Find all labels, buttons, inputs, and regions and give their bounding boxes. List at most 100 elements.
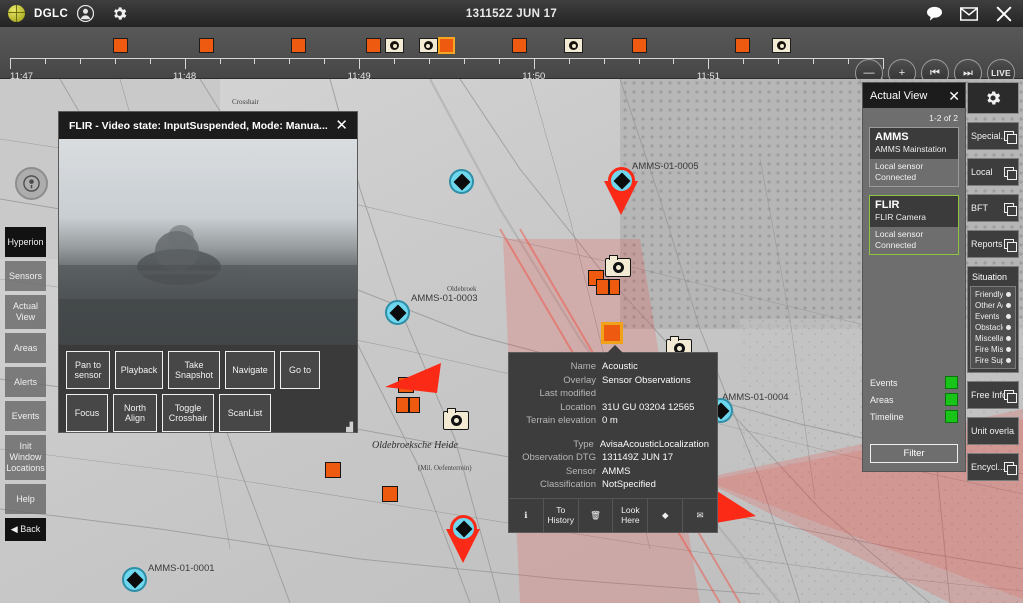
sidebar-item-hyperion[interactable]: Hyperion xyxy=(5,227,46,257)
sidebar-item-sensors[interactable]: Sensors xyxy=(5,261,46,291)
gear-icon[interactable] xyxy=(111,5,128,22)
flir-video-window[interactable]: FLIR - Video state: InputSuspended, Mode… xyxy=(58,111,358,433)
timeline-bar[interactable]: 11:4711:4811:4911:5011:5111:52 —+⏮⏭LIVE xyxy=(0,27,1023,87)
timeline-event-marker[interactable] xyxy=(632,38,648,53)
map-compass-icon[interactable] xyxy=(15,167,48,200)
timeline-camera-marker[interactable] xyxy=(564,38,584,53)
timeline-event-marker[interactable] xyxy=(113,38,128,53)
flir-button-toggle-crosshair[interactable]: Toggle Crosshair xyxy=(162,394,214,432)
situation-item[interactable]: Miscella... xyxy=(971,333,1015,344)
flir-control-buttons[interactable]: Pan to sensor Playback Take Snapshot Naviga… xyxy=(59,345,357,436)
timeline-event-marker[interactable] xyxy=(198,38,214,53)
flir-button-navigate[interactable]: Navigate xyxy=(225,351,275,389)
gear-icon[interactable] xyxy=(967,82,1019,114)
situation-item-indicator[interactable] xyxy=(1006,358,1011,363)
map-marker-blue-diamond[interactable] xyxy=(122,567,147,592)
situation-item[interactable]: Obstacles xyxy=(971,322,1015,333)
situation-item-indicator[interactable] xyxy=(1006,292,1011,297)
situation-item[interactable]: Friendly... xyxy=(971,289,1015,300)
mail-icon[interactable] xyxy=(960,6,978,21)
flir-button-go-to[interactable]: Go to xyxy=(280,351,320,389)
sensor-item-amms[interactable]: AMMS AMMS Mainstation Local sensor Connecte… xyxy=(869,127,959,187)
message-button[interactable]: ✉ xyxy=(683,499,717,532)
flir-button-focus[interactable]: Focus xyxy=(66,394,108,432)
timeline-camera-marker[interactable] xyxy=(418,38,438,53)
situation-item-indicator[interactable] xyxy=(1006,336,1011,341)
delete-button[interactable]: 🗑 xyxy=(579,498,614,532)
filter-button[interactable]: Filter xyxy=(870,444,958,463)
rail-button-reports[interactable]: Reports xyxy=(967,230,1019,258)
toggle-row-events[interactable]: Events xyxy=(870,374,958,391)
flir-video-feed[interactable] xyxy=(59,139,357,345)
close-icon[interactable] xyxy=(995,5,1013,23)
timeline-event-marker[interactable] xyxy=(734,38,750,53)
situation-items[interactable]: Friendly... Other Ac... Events Obstacles Mis… xyxy=(970,286,1016,369)
map-marker-blue-diamond[interactable] xyxy=(385,300,410,325)
situation-item-indicator[interactable] xyxy=(1006,314,1011,319)
flir-button-north-align[interactable]: North Align xyxy=(113,394,157,432)
sidebar-item-actual-view[interactable]: Actual View xyxy=(5,295,46,329)
toggle-row-timeline[interactable]: Timeline xyxy=(870,408,958,425)
rail-button-encycl[interactable]: Encycl... xyxy=(967,453,1019,481)
toggle-indicator[interactable] xyxy=(945,393,958,406)
situation-item[interactable]: Events xyxy=(971,311,1015,322)
left-sidebar[interactable]: Hyperion Sensors Actual View Areas Alerts Eve… xyxy=(5,227,46,545)
flir-button-pan-to-sensor[interactable]: Pan to sensor xyxy=(66,351,110,389)
sensor-item-flir[interactable]: FLIR FLIR Camera Local sensor Connected xyxy=(869,195,959,255)
timeline-event-marker[interactable] xyxy=(366,38,382,53)
right-toolbar-buttons-2[interactable]: Free Info Unit overla... Encycl... xyxy=(967,381,1019,481)
actual-view-toggles[interactable]: Events Areas Timeline xyxy=(863,374,965,425)
resize-grip-icon[interactable]: ▟ xyxy=(346,422,353,433)
map-marker-blue-diamond[interactable] xyxy=(449,169,474,194)
situation-item-indicator[interactable] xyxy=(1006,303,1011,308)
right-toolbar-buttons[interactable]: Special... Local BFT Reports xyxy=(967,122,1019,258)
timeline-camera-marker[interactable] xyxy=(772,38,792,53)
sidebar-item-areas[interactable]: Areas xyxy=(5,333,46,363)
timeline-track[interactable] xyxy=(10,58,883,59)
flir-button-scanlist[interactable]: ScanList xyxy=(219,394,271,432)
map-pin[interactable] xyxy=(604,167,642,217)
map-marker-square[interactable] xyxy=(325,462,341,478)
sidebar-item-help[interactable]: Help xyxy=(5,484,46,514)
timeline-selected-marker[interactable] xyxy=(437,37,455,54)
situation-item[interactable]: Other Ac... xyxy=(971,300,1015,311)
map-marker-square[interactable] xyxy=(382,486,398,502)
map-pin[interactable] xyxy=(446,515,484,565)
map-marker-square-double[interactable] xyxy=(596,279,620,295)
toggle-indicator[interactable] xyxy=(945,410,958,423)
rail-button-local[interactable]: Local xyxy=(967,158,1019,186)
timeline-event-marker[interactable] xyxy=(511,38,527,53)
sidebar-item-events[interactable]: Events xyxy=(5,401,46,431)
situation-group[interactable]: Situation Friendly... Other Ac... Events Ob… xyxy=(967,266,1019,373)
marker-button[interactable]: ◆ xyxy=(648,498,684,532)
close-icon[interactable]: ✕ xyxy=(332,118,351,133)
info-button[interactable]: ℹ xyxy=(509,498,544,532)
close-icon[interactable]: ✕ xyxy=(948,89,960,103)
back-button[interactable]: ◀ Back xyxy=(5,518,46,541)
toggle-row-areas[interactable]: Areas xyxy=(870,391,958,408)
situation-item[interactable]: Fire Miss... xyxy=(971,344,1015,355)
right-toolbar[interactable]: Special... Local BFT Reports Situation Frie… xyxy=(967,82,1019,489)
map-marker-square-selected[interactable] xyxy=(601,322,623,344)
sidebar-item-init-window-locations[interactable]: Init Window Locations xyxy=(5,435,46,480)
flir-button-playback[interactable]: Playback xyxy=(115,351,163,389)
situation-item[interactable]: Fire Sup... xyxy=(971,355,1015,366)
actual-view-panel[interactable]: Actual View ✕ 1-2 of 2 AMMS AMMS Mainstat… xyxy=(862,82,966,472)
rail-button-special[interactable]: Special... xyxy=(967,122,1019,150)
map-camera-icon[interactable] xyxy=(443,408,469,430)
situation-item-indicator[interactable] xyxy=(1006,347,1011,352)
toggle-indicator[interactable] xyxy=(945,376,958,389)
rail-button-freeinfo[interactable]: Free Info xyxy=(967,381,1019,409)
rail-button-bft[interactable]: BFT xyxy=(967,194,1019,222)
timeline-camera-marker[interactable] xyxy=(385,38,405,53)
map-camera-icon[interactable] xyxy=(605,255,631,277)
flir-button-take-snapshot[interactable]: Take Snapshot xyxy=(168,351,220,389)
rail-button-unitoverla[interactable]: Unit overla... xyxy=(967,417,1019,445)
situation-item-indicator[interactable] xyxy=(1006,325,1011,330)
user-icon[interactable] xyxy=(77,5,95,22)
feature-info-popup[interactable]: Name Acoustic Overlay Sensor Observations La… xyxy=(508,345,718,533)
to-history-button[interactable]: To History xyxy=(544,498,579,532)
look-here-button[interactable]: Look Here xyxy=(613,498,649,532)
sidebar-item-alerts[interactable]: Alerts xyxy=(5,367,46,397)
info-popup-actions[interactable]: ℹ To History 🗑 Look Here ◆ ✉ xyxy=(509,497,717,532)
